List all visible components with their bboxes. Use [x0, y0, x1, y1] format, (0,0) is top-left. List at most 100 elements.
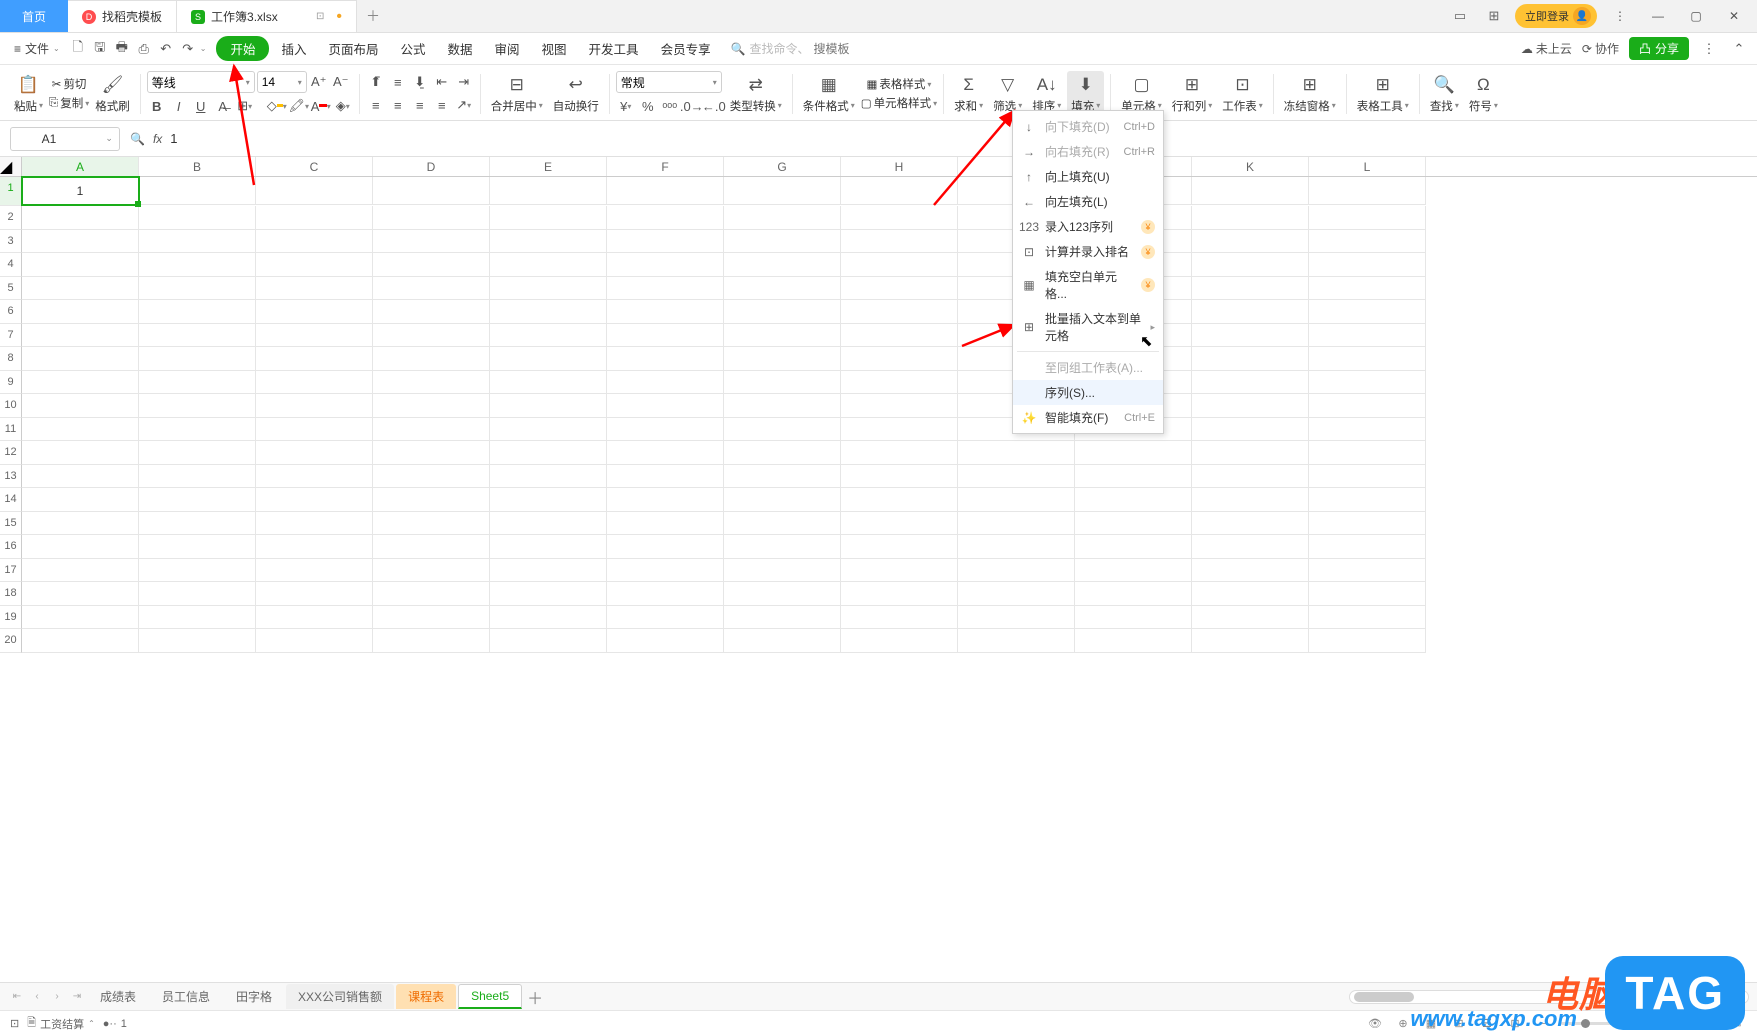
cell[interactable]	[139, 324, 256, 348]
align-top-icon[interactable]: ⬆̄	[366, 72, 386, 92]
cell[interactable]	[607, 418, 724, 442]
col-header-L[interactable]: L	[1309, 157, 1426, 176]
layout3-icon[interactable]: ☰	[1477, 1014, 1497, 1034]
cell[interactable]	[373, 206, 490, 230]
row-header[interactable]: 4	[0, 253, 22, 277]
cell[interactable]	[1075, 488, 1192, 512]
cell[interactable]	[490, 230, 607, 254]
close-button[interactable]: ✕	[1719, 1, 1749, 31]
cell[interactable]	[607, 488, 724, 512]
cell[interactable]	[724, 177, 841, 205]
cell[interactable]	[490, 559, 607, 583]
dec-decimal-icon[interactable]: ←.0	[704, 96, 724, 116]
cell[interactable]	[1309, 535, 1426, 559]
cell[interactable]	[841, 629, 958, 653]
cell[interactable]	[1192, 465, 1309, 489]
row-header[interactable]: 19	[0, 606, 22, 630]
cell[interactable]	[1192, 629, 1309, 653]
cell[interactable]	[1192, 488, 1309, 512]
col-header-H[interactable]: H	[841, 157, 958, 176]
fx-icon[interactable]: fx	[153, 132, 162, 146]
cell[interactable]	[958, 512, 1075, 536]
cell[interactable]	[724, 559, 841, 583]
cell[interactable]	[1192, 230, 1309, 254]
cell[interactable]	[373, 324, 490, 348]
cell[interactable]	[490, 394, 607, 418]
cell[interactable]	[1075, 441, 1192, 465]
cell[interactable]	[724, 324, 841, 348]
zoom-in-icon[interactable]: +	[1669, 1014, 1689, 1034]
cell[interactable]	[490, 512, 607, 536]
underline-icon[interactable]: U	[191, 96, 211, 116]
cell[interactable]	[139, 253, 256, 277]
format-painter-button[interactable]: 🖌 格式刷	[91, 71, 134, 117]
cell[interactable]	[490, 418, 607, 442]
cell[interactable]	[256, 324, 373, 348]
apps-icon[interactable]: ⊞	[1481, 3, 1507, 29]
last-sheet-icon[interactable]: ⇥	[68, 991, 86, 1002]
inc-decimal-icon[interactable]: .0→	[682, 96, 702, 116]
tabletools-button[interactable]: ⊞ 表格工具▾	[1353, 71, 1413, 117]
highlight-icon[interactable]: 🖍▾	[289, 96, 309, 116]
cell[interactable]	[373, 177, 490, 205]
cell[interactable]	[490, 441, 607, 465]
cell[interactable]	[607, 394, 724, 418]
cell[interactable]	[490, 488, 607, 512]
row-header[interactable]: 7	[0, 324, 22, 348]
row-header[interactable]: 5	[0, 277, 22, 301]
cell[interactable]	[724, 206, 841, 230]
cell[interactable]	[1192, 535, 1309, 559]
cell[interactable]	[1075, 559, 1192, 583]
align-right-icon[interactable]: ≡	[410, 95, 430, 115]
increase-font-icon[interactable]: A⁺	[309, 72, 329, 92]
qat-new-icon[interactable]: 🗋	[68, 39, 88, 59]
cell[interactable]	[607, 324, 724, 348]
align-left-icon[interactable]: ≡	[366, 95, 386, 115]
copy-button[interactable]: ⎘复制▾	[49, 95, 89, 111]
row-header[interactable]: 15	[0, 512, 22, 536]
eye-view-icon[interactable]: 👁	[1365, 1014, 1385, 1034]
cut-button[interactable]: ✂剪切	[52, 76, 87, 92]
cell[interactable]	[841, 582, 958, 606]
grid-view-icon[interactable]: ⊕	[1393, 1014, 1413, 1034]
cell[interactable]	[1075, 535, 1192, 559]
cell[interactable]	[1309, 177, 1426, 205]
cell[interactable]	[724, 629, 841, 653]
row-header[interactable]: 1	[0, 177, 22, 206]
panel-icon[interactable]: ▭	[1447, 3, 1473, 29]
cell[interactable]	[139, 371, 256, 395]
sheet-tab[interactable]: 田字格	[224, 984, 284, 1009]
row-header[interactable]: 18	[0, 582, 22, 606]
cell[interactable]	[256, 629, 373, 653]
cell[interactable]	[373, 277, 490, 301]
cell[interactable]	[22, 418, 139, 442]
cell[interactable]	[256, 300, 373, 324]
cell[interactable]	[256, 418, 373, 442]
cell[interactable]	[373, 418, 490, 442]
symbol-button[interactable]: Ω 符号▾	[1465, 71, 1502, 117]
cell[interactable]	[607, 253, 724, 277]
cell[interactable]	[373, 535, 490, 559]
qat-preview-icon[interactable]: ⎙	[134, 39, 154, 59]
fill-color-icon[interactable]: ◇▾	[267, 96, 287, 116]
cell[interactable]	[841, 300, 958, 324]
cell[interactable]	[607, 441, 724, 465]
col-header-E[interactable]: E	[490, 157, 607, 176]
freeze-button[interactable]: ⊞ 冻结窗格▾	[1280, 71, 1340, 117]
collapse-ribbon-icon[interactable]: ⌃	[1729, 39, 1749, 59]
search-input[interactable]	[814, 42, 894, 56]
minimize-button[interactable]: —	[1643, 1, 1673, 31]
ribbon-tab-layout[interactable]: 页面布局	[318, 35, 388, 62]
cell[interactable]	[1192, 371, 1309, 395]
layout2-icon[interactable]: ⊞	[1449, 1014, 1469, 1034]
cell[interactable]	[1309, 582, 1426, 606]
next-sheet-icon[interactable]: ›	[48, 991, 66, 1002]
ribbon-tab-data[interactable]: 数据	[438, 35, 483, 62]
cell[interactable]	[1309, 347, 1426, 371]
cell[interactable]	[1192, 347, 1309, 371]
cell[interactable]	[841, 277, 958, 301]
number-format-select[interactable]: 常规▾	[616, 71, 722, 93]
cell[interactable]	[22, 559, 139, 583]
cell[interactable]	[1309, 512, 1426, 536]
cell[interactable]	[256, 230, 373, 254]
